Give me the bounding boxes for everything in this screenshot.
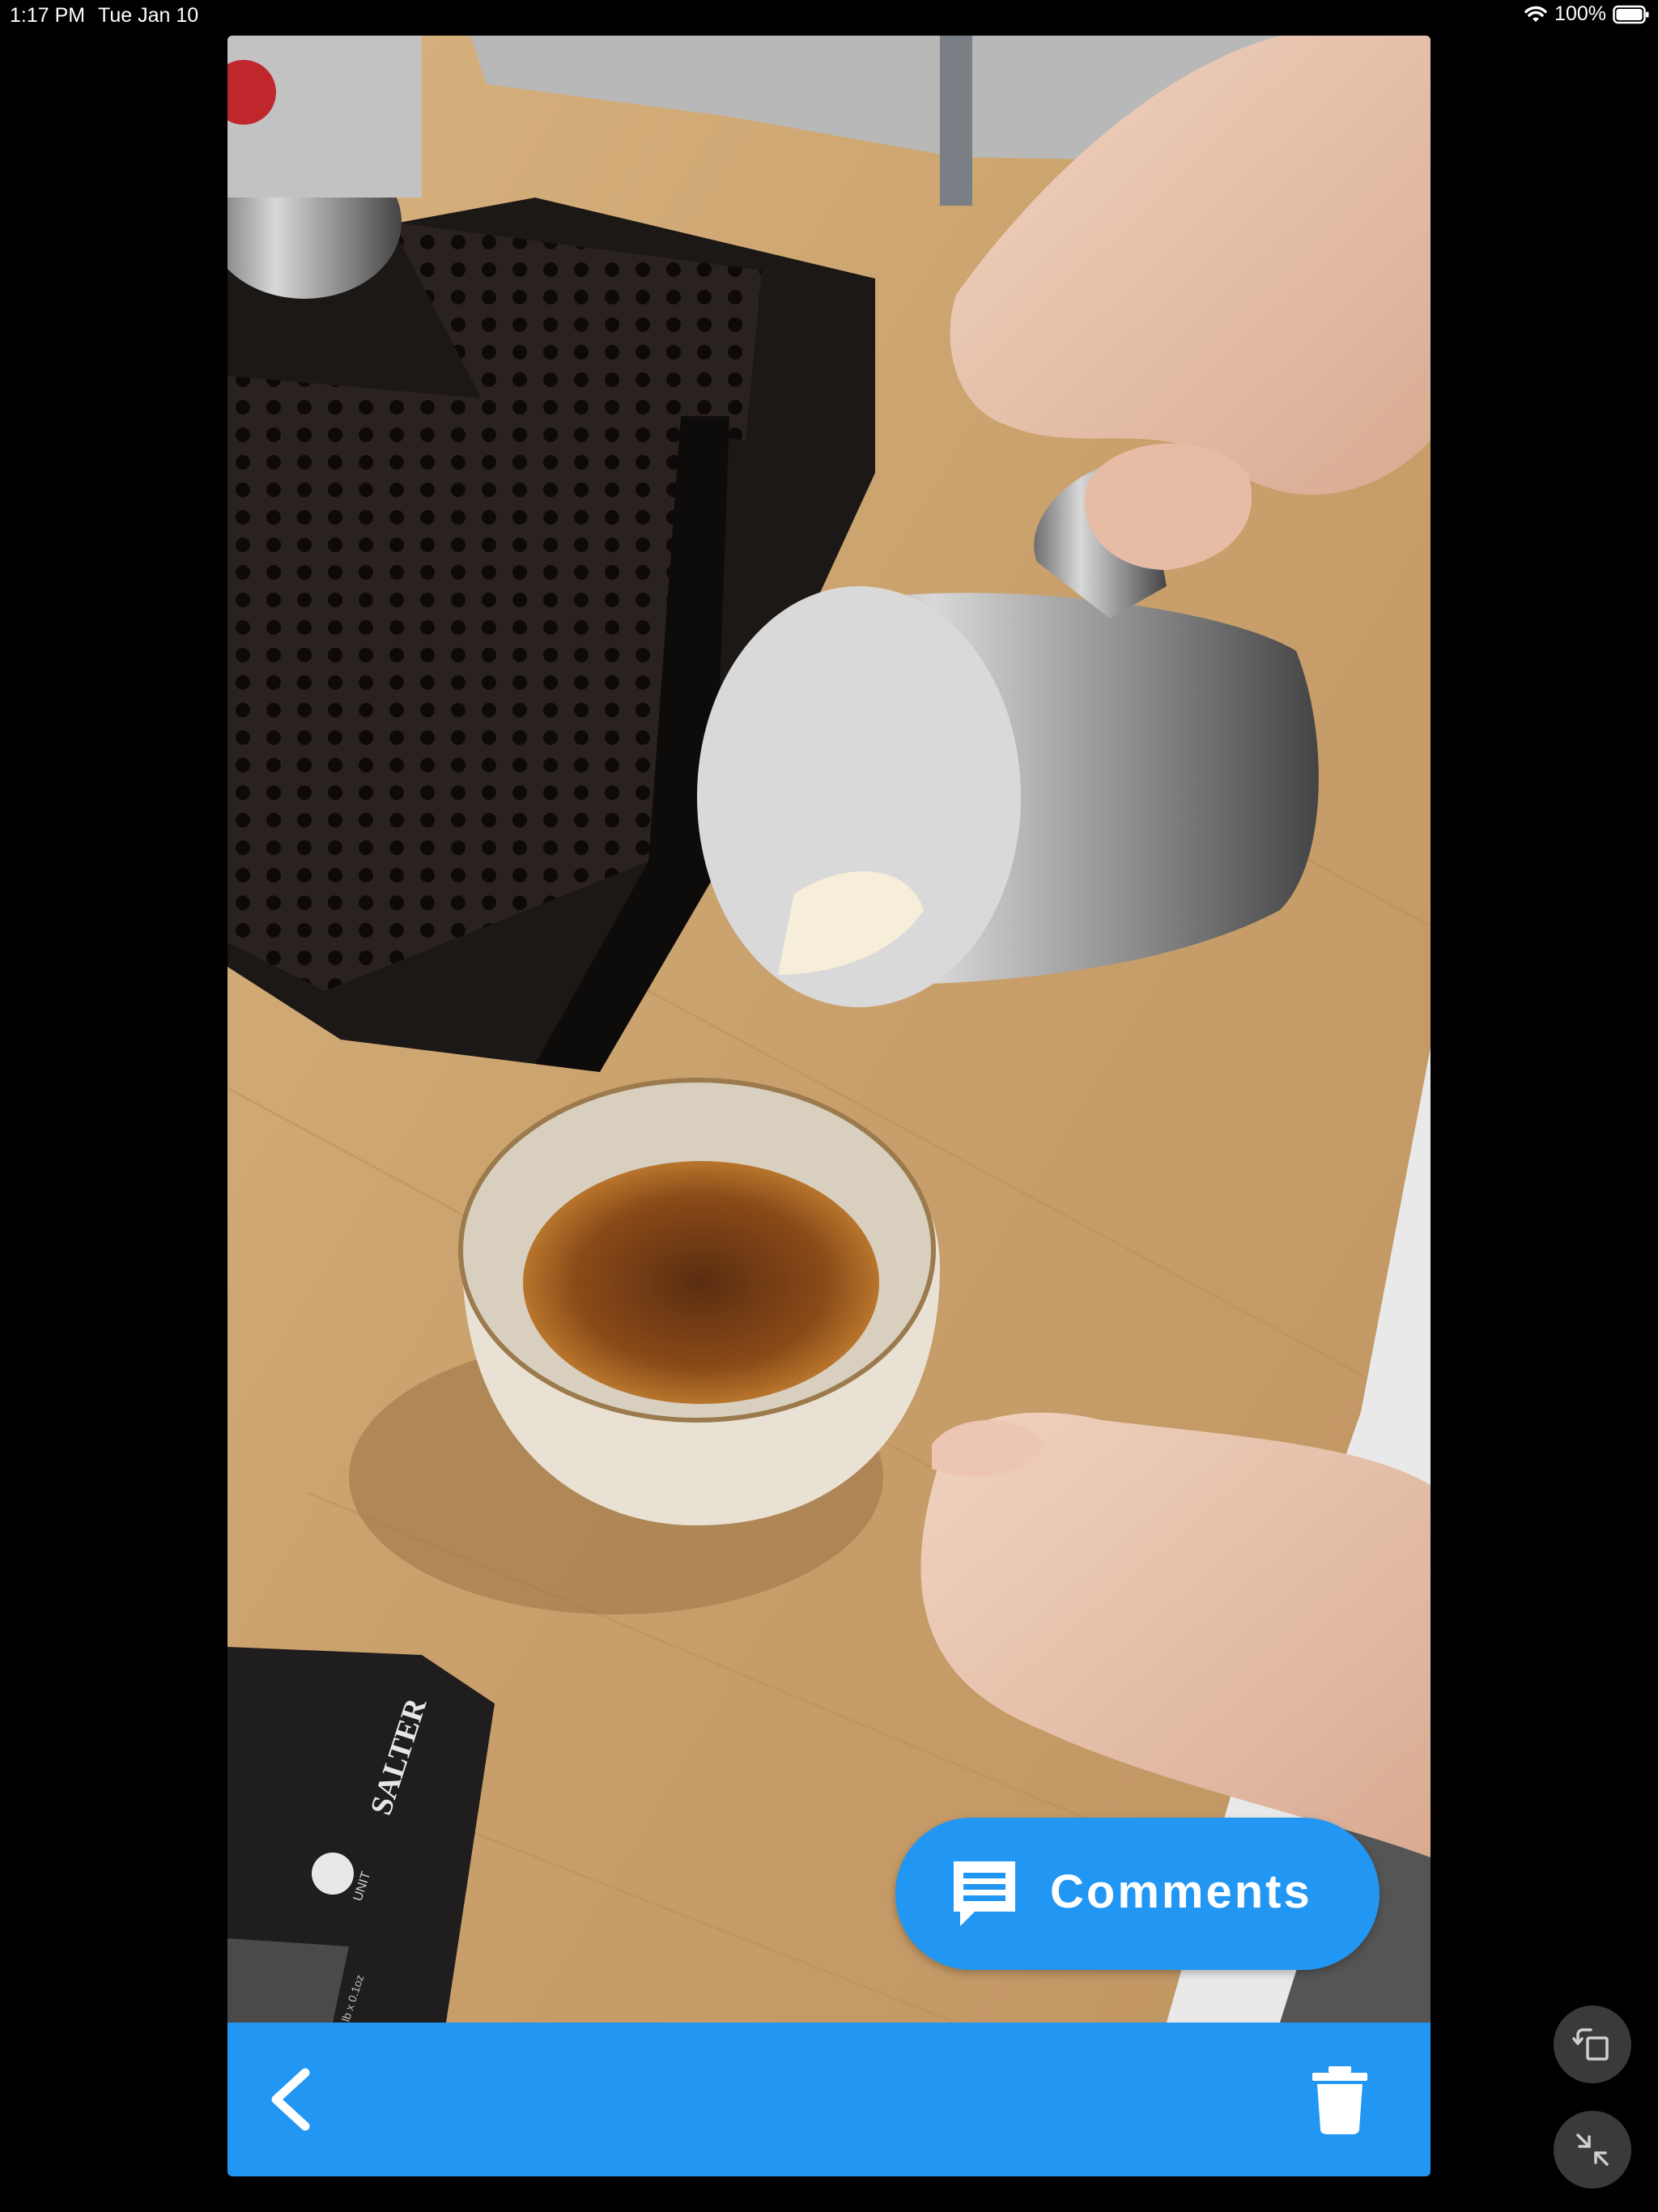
battery-icon: [1613, 5, 1650, 24]
wifi-icon: [1524, 5, 1548, 24]
comment-icon: [950, 1858, 1018, 1932]
bottom-action-bar: [227, 2023, 1431, 2176]
battery-percentage: 100%: [1554, 2, 1606, 25]
comments-button[interactable]: Comments: [895, 1818, 1380, 1970]
status-indicators: 100%: [1524, 2, 1650, 26]
delete-button[interactable]: [1307, 2065, 1372, 2134]
status-date: Tue Jan 10: [98, 4, 199, 27]
status-time: 1:17 PM: [10, 4, 86, 27]
comments-label: Comments: [1050, 1865, 1312, 1918]
rotate-screen-button[interactable]: [1554, 2006, 1631, 2083]
minimize-button[interactable]: [1554, 2111, 1631, 2189]
latte-pour-photo: SALTER UNIT lb x 0.1oz: [227, 36, 1431, 2023]
chevron-left-icon: [271, 2068, 310, 2131]
minimize-icon: [1576, 2133, 1609, 2166]
rotate-screen-icon: [1572, 2028, 1609, 2061]
status-bar: 1:17 PM Tue Jan 10 100%: [0, 0, 1658, 32]
photo-view[interactable]: SALTER UNIT lb x 0.1oz: [227, 36, 1431, 2023]
kitchen-scale: SALTER UNIT lb x 0.1oz: [227, 1647, 495, 2023]
trash-icon: [1312, 2066, 1367, 2134]
back-button[interactable]: [257, 2063, 329, 2136]
